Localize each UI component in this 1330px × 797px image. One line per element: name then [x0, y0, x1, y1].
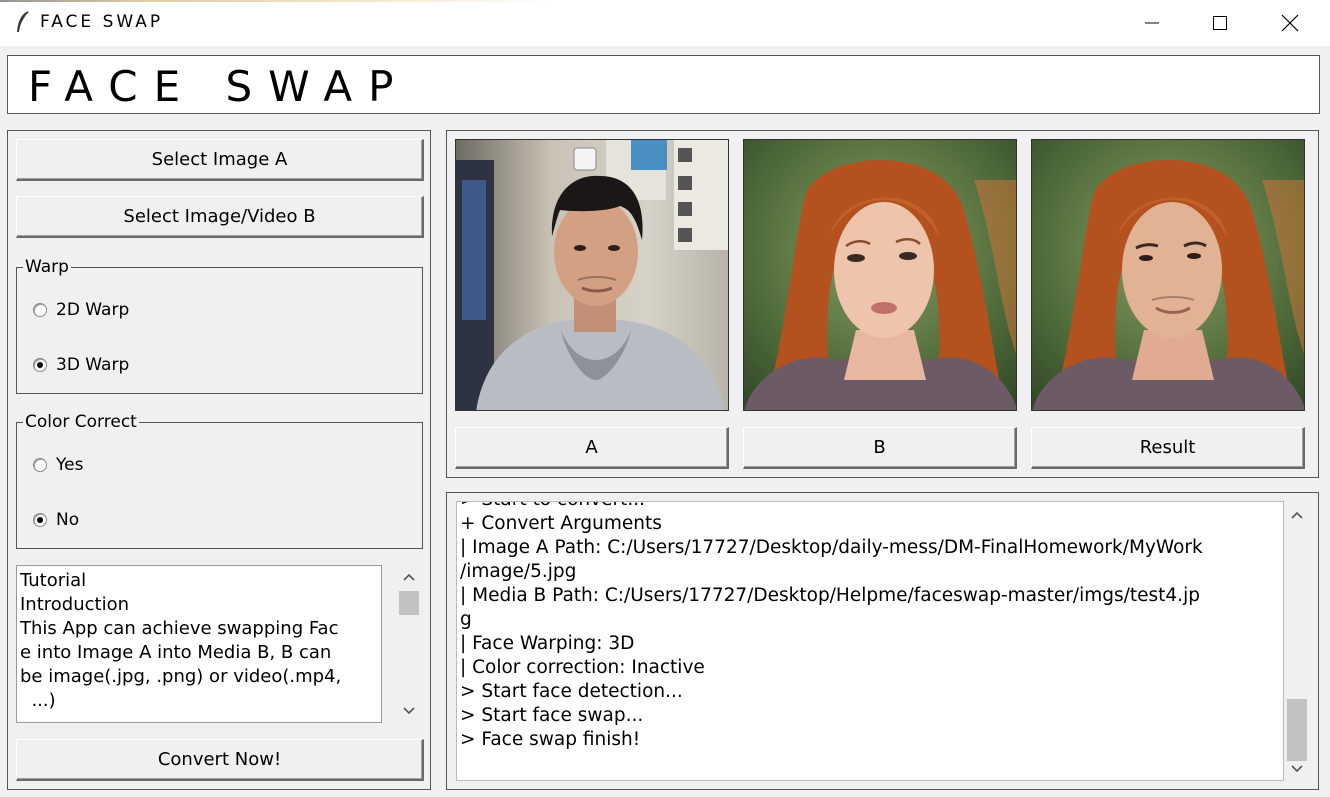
- radio-color-no-label: No: [56, 510, 80, 530]
- select-image-a-button[interactable]: Select Image A: [16, 139, 424, 181]
- tutorial-line: Tutorial: [20, 570, 87, 591]
- radio-color-no[interactable]: No: [33, 510, 79, 530]
- tutorial-line: ...): [20, 690, 56, 711]
- log-scroll-up-icon[interactable]: [1285, 505, 1309, 525]
- maximize-button[interactable]: [1186, 0, 1254, 46]
- title-bar-accent: [0, 0, 560, 2]
- controls-panel: Select Image A Select Image/Video B Warp…: [7, 130, 431, 790]
- show-result-button[interactable]: Result: [1031, 427, 1305, 469]
- minimize-icon: [1145, 22, 1159, 24]
- log-scroll-thumb[interactable]: [1287, 699, 1307, 761]
- window-title-bar: FACE SWAP: [0, 0, 1330, 46]
- log-line: > Face swap finish!: [460, 729, 641, 750]
- log-line: > Start to convert...: [460, 502, 1272, 512]
- radio-color-yes-indicator: [33, 458, 47, 472]
- window-title: FACE SWAP: [40, 12, 164, 32]
- log-line: > Start face detection...: [460, 681, 683, 702]
- log-line: /image/5.jpg: [460, 561, 577, 582]
- radio-3d-warp-label: 3D Warp: [56, 355, 130, 375]
- minimize-button[interactable]: [1118, 0, 1186, 46]
- result-preview: [1031, 139, 1305, 411]
- radio-2d-warp[interactable]: 2D Warp: [33, 300, 129, 320]
- tutorial-text[interactable]: Tutorial Introduction This App can achie…: [16, 565, 382, 723]
- image-preview-panel: A B Result: [446, 130, 1319, 478]
- convert-now-button[interactable]: Convert Now!: [16, 739, 424, 781]
- warp-group: Warp 2D Warp 3D Warp: [16, 257, 423, 394]
- radio-color-no-indicator: [33, 513, 47, 527]
- warp-legend: Warp: [23, 257, 71, 277]
- color-correct-group: Color Correct Yes No: [16, 412, 423, 549]
- maximize-icon: [1213, 16, 1227, 30]
- feather-icon: [17, 11, 30, 32]
- close-button[interactable]: [1256, 0, 1324, 46]
- tutorial-line: This App can achieve swapping Fac: [20, 618, 339, 639]
- scroll-thumb[interactable]: [399, 591, 419, 615]
- log-line: | Media B Path: C:/Users/17727/Desktop/H…: [460, 585, 1200, 606]
- radio-color-yes[interactable]: Yes: [33, 455, 83, 475]
- tutorial-line: be image(.jpg, .png) or video(.mp4,: [20, 666, 342, 687]
- scroll-down-icon[interactable]: [397, 701, 421, 721]
- radio-color-yes-label: Yes: [56, 455, 84, 475]
- log-scrollbar[interactable]: [1285, 501, 1309, 781]
- log-panel: > Start to convert... + Convert Argument…: [446, 492, 1319, 790]
- radio-2d-warp-indicator: [33, 303, 47, 317]
- log-line: + Convert Arguments: [460, 513, 662, 534]
- log-text[interactable]: > Start to convert... + Convert Argument…: [456, 501, 1284, 781]
- close-icon: [1281, 14, 1299, 32]
- image-a-preview: [455, 139, 729, 411]
- radio-3d-warp[interactable]: 3D Warp: [33, 355, 129, 375]
- select-image-video-b-button[interactable]: Select Image/Video B: [16, 196, 424, 238]
- tutorial-line: e into Image A into Media B, B can: [20, 642, 332, 663]
- radio-3d-warp-indicator: [33, 358, 47, 372]
- tutorial-line: Introduction: [20, 594, 130, 615]
- radio-2d-warp-label: 2D Warp: [56, 300, 130, 320]
- scroll-up-icon[interactable]: [397, 567, 421, 587]
- log-line: > Start face swap...: [460, 705, 644, 726]
- log-line: g: [460, 609, 472, 630]
- app-header: FACE SWAP: [7, 55, 1320, 114]
- log-scroll-down-icon[interactable]: [1285, 759, 1309, 779]
- image-b-preview: [743, 139, 1017, 411]
- log-line: | Color correction: Inactive: [460, 657, 705, 678]
- show-b-button[interactable]: B: [743, 427, 1017, 469]
- log-line: | Face Warping: 3D: [460, 633, 635, 654]
- tutorial-scrollbar[interactable]: [397, 565, 421, 723]
- color-correct-legend: Color Correct: [23, 412, 139, 432]
- app-title: FACE SWAP: [28, 62, 410, 111]
- show-a-button[interactable]: A: [455, 427, 729, 469]
- log-line: | Image A Path: C:/Users/17727/Desktop/d…: [460, 537, 1203, 558]
